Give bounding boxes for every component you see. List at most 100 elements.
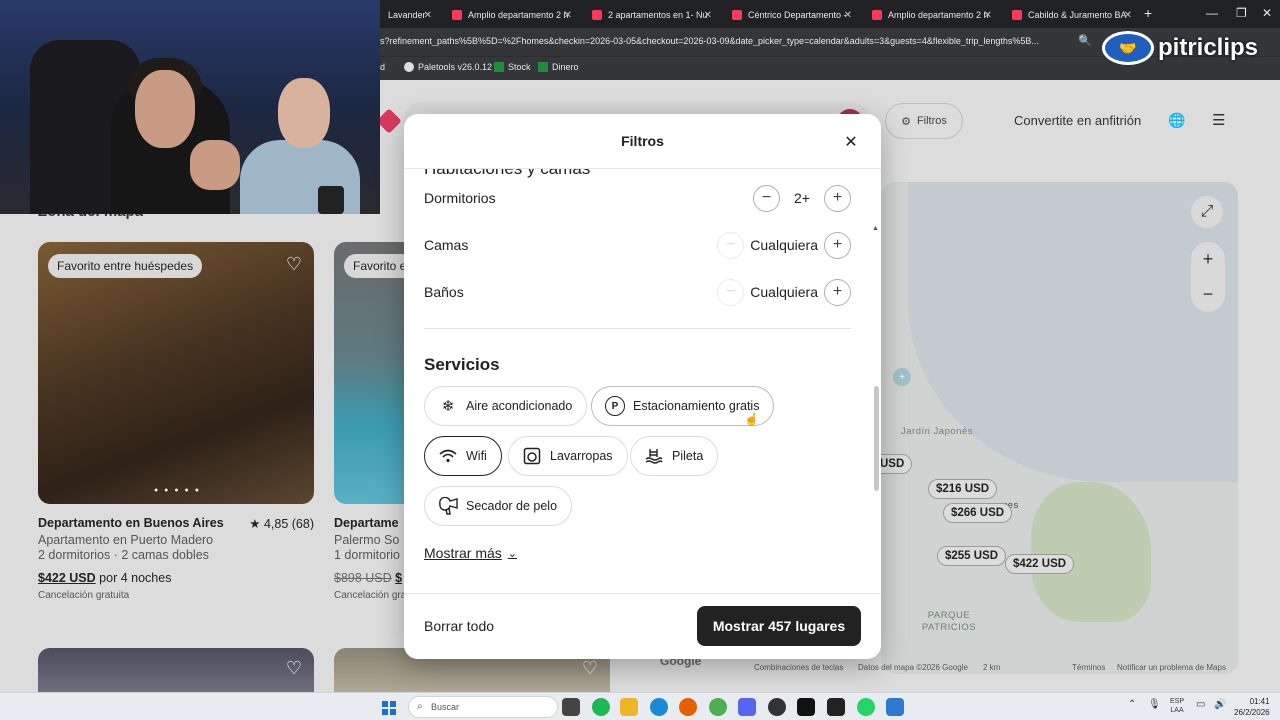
close-icon[interactable]: ✕ [841, 132, 861, 152]
map-report-link[interactable]: Notificar un problema de Maps [1117, 663, 1226, 672]
amenity-chip-air-conditioning[interactable]: ❄ Aire acondicionado [424, 386, 588, 426]
taskbar-clock[interactable]: 01:41 26/2/2026 [1234, 696, 1270, 718]
tray-chevron-up-icon[interactable]: ⌃ [1128, 699, 1136, 710]
modal-scrollbar[interactable]: ▲ ▼ [872, 225, 879, 593]
obs-icon[interactable] [768, 698, 786, 716]
capcut-icon[interactable] [827, 698, 845, 716]
person-hands [190, 140, 240, 190]
expand-map-icon[interactable]: ⤢ [1191, 196, 1223, 228]
listing-rating: ★ 4,85 (68) [249, 517, 314, 530]
maximize-icon[interactable]: ❐ [1236, 6, 1247, 20]
close-tab-icon[interactable]: ✕ [704, 10, 712, 21]
browser-tab[interactable]: Cabildo & Juramento BA ✕ [1004, 4, 1140, 26]
listing-photo-next-row[interactable]: ♡ [38, 648, 314, 692]
bookmark-item[interactable]: Stock [494, 62, 531, 72]
services-heading: Servicios [424, 355, 500, 374]
new-tab-icon[interactable]: + [1144, 5, 1152, 21]
close-tab-icon[interactable]: ✕ [564, 10, 572, 21]
heart-icon[interactable]: ♡ [286, 658, 302, 679]
increment-button[interactable]: + [824, 278, 851, 306]
show-more-link[interactable]: Mostrar más ⌄ [424, 545, 517, 561]
close-window-icon[interactable]: ✕ [1262, 6, 1272, 20]
close-tab-icon[interactable]: ✕ [984, 10, 992, 21]
browser-tab[interactable]: Amplio departamento 2 h ✕ [444, 4, 580, 26]
listing-price-value[interactable]: $ [395, 571, 402, 585]
heart-icon[interactable]: ♡ [286, 254, 302, 275]
chrome-icon[interactable] [709, 698, 727, 716]
map-price-pin[interactable]: $255 USD [937, 546, 1007, 566]
map-price-pin[interactable]: $266 USD [943, 503, 1013, 523]
discord-icon[interactable] [738, 698, 756, 716]
decrement-button[interactable]: − [717, 278, 745, 306]
bookmark-label: Stock [508, 62, 531, 72]
tab-title: Cabildo & Juramento BA [1028, 10, 1127, 20]
close-tab-icon[interactable]: ✕ [1124, 10, 1132, 21]
browser-tab[interactable]: Céntrico Departamento - ✕ [724, 4, 860, 26]
firefox-icon[interactable] [679, 698, 697, 716]
volume-icon[interactable]: 🔊 [1214, 699, 1226, 710]
scroll-up-arrow-icon[interactable]: ▲ [872, 225, 879, 232]
map-poi-icon[interactable]: + [893, 368, 911, 386]
modal-body[interactable]: Habitaciones y camas Dormitorios − 2+ + … [404, 169, 881, 593]
browser-tab[interactable]: Amplio departamento 2 h ✕ [864, 4, 1000, 26]
taskbar-search[interactable]: ⌕ Buscar [408, 696, 558, 718]
listing-card[interactable]: Favorito entre huéspedes ♡ ● ● ● ● ● Dep… [38, 242, 314, 601]
amenity-chip-pool[interactable]: Pileta [630, 436, 719, 476]
map-price-pin[interactable]: $422 USD [1005, 554, 1075, 574]
amenity-chip-washer[interactable]: Lavarropas [508, 436, 628, 476]
spotify-icon[interactable] [592, 698, 610, 716]
windows-start-icon[interactable] [382, 701, 396, 715]
map-price-pin[interactable]: $216 USD [928, 479, 998, 499]
rooms-heading: Habitaciones y camas [424, 169, 590, 179]
decrement-button[interactable]: − [753, 184, 780, 212]
calculator-icon[interactable] [886, 698, 904, 716]
zoom-icon[interactable]: 🔍 [1078, 34, 1092, 47]
increment-button[interactable]: + [824, 231, 851, 259]
listing-old-price: $898 USD [334, 571, 392, 585]
become-host-link[interactable]: Convertite en anfitrión [1014, 113, 1141, 128]
close-tab-icon[interactable]: ✕ [424, 10, 432, 21]
amenity-chip-wifi[interactable]: Wifi [424, 436, 502, 476]
stepper-value: Cualquiera [750, 284, 818, 300]
minimize-icon[interactable]: — [1206, 6, 1218, 20]
map[interactable]: ⤢ + − + Jardín Japonés PARQUE PATRICIOS … [881, 182, 1238, 674]
bookmark-item[interactable]: Dinero [538, 62, 579, 72]
tiktok-icon[interactable] [797, 698, 815, 716]
person-face [135, 70, 195, 148]
browser-tab[interactable]: 2 apartamentos en 1- Nu ✕ [584, 4, 720, 26]
whatsapp-icon[interactable] [857, 698, 875, 716]
microphone-icon[interactable]: 🎙 [1148, 699, 1161, 710]
language-indicator[interactable]: ESP LAA [1170, 697, 1184, 715]
map-park [1031, 482, 1151, 622]
globe-icon[interactable]: 🌐 [1168, 112, 1185, 129]
airbnb-favicon-icon [1012, 10, 1022, 20]
increment-button[interactable]: + [824, 184, 851, 212]
modal-title: Filtros [621, 133, 664, 149]
browser-tab[interactable]: Lavander ✕ [380, 4, 440, 26]
filters-button[interactable]: ⚙ Filtros [885, 103, 963, 139]
brand-name: pitriclips [1158, 34, 1259, 61]
zoom-out-button[interactable]: − [1191, 277, 1225, 312]
listing-photo[interactable]: Favorito entre huéspedes ♡ ● ● ● ● ● [38, 242, 314, 504]
task-view-icon[interactable] [562, 698, 580, 716]
bookmark-item[interactable]: Paletools v26.0.12 [404, 62, 492, 72]
clear-all-button[interactable]: Borrar todo [424, 618, 494, 634]
map-terms-link[interactable]: Términos [1072, 663, 1105, 672]
close-tab-icon[interactable]: ✕ [844, 10, 852, 21]
zoom-in-button[interactable]: + [1191, 242, 1225, 277]
network-icon[interactable]: ▭ [1196, 699, 1205, 710]
file-explorer-icon[interactable] [620, 698, 638, 716]
decrement-button[interactable]: − [717, 231, 745, 259]
language-code: ESP [1170, 698, 1185, 705]
map-price-pin[interactable]: USD [881, 454, 913, 474]
edge-icon[interactable] [650, 698, 668, 716]
listing-price-value[interactable]: $422 USD [38, 571, 96, 585]
scrollbar-thumb[interactable] [874, 386, 879, 491]
amenity-chip-hair-dryer[interactable]: Secador de pelo [424, 486, 573, 526]
show-places-button[interactable]: Mostrar 457 lugares [697, 606, 861, 646]
hamburger-menu-icon[interactable]: ☰ [1212, 111, 1225, 129]
heart-icon[interactable]: ♡ [582, 658, 598, 679]
url-text[interactable]: s?refinement_paths%5B%5D=%2Fhomes&checki… [380, 36, 1070, 46]
bookmark-item[interactable]: d [380, 62, 385, 72]
map-keyboard-shortcuts[interactable]: Combinaciones de teclas [754, 663, 843, 672]
